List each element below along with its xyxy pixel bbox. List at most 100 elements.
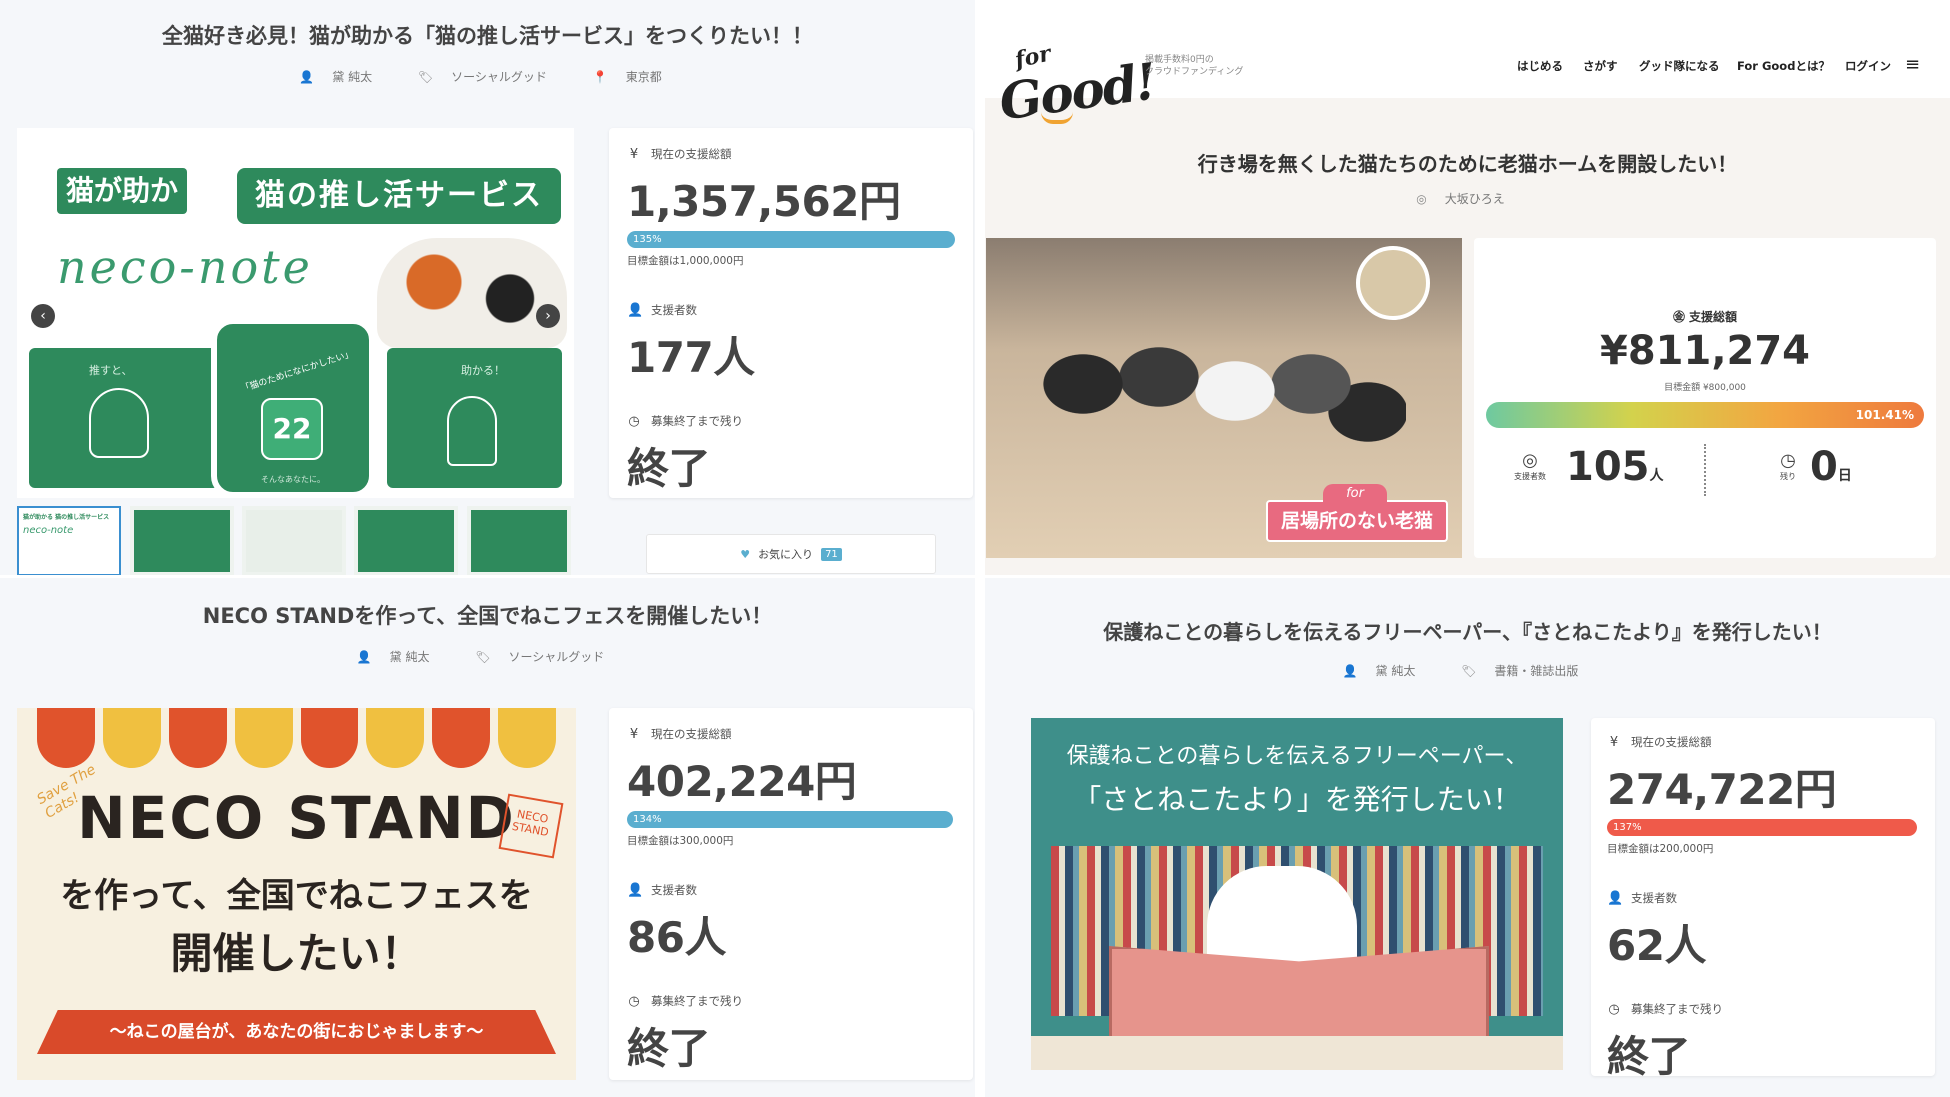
project-meta: 👤 黛 純太 🏷 ソーシャルグッド (0, 648, 975, 665)
nav-login[interactable]: ログイン (1845, 58, 1891, 74)
neco-note-logo: neco-note (57, 240, 313, 294)
user-icon: 👤 (1342, 664, 1358, 678)
project-image: Save The Cats! NECO STAND NECO STAND を作っ… (17, 708, 576, 1080)
avatar (1356, 246, 1430, 320)
progress-bar: 134% (627, 811, 953, 828)
project-satoneko: 保護ねことの暮らしを伝えるフリーペーパー、『さとねこたより』を発行したい！ 👤 黛… (985, 578, 1950, 1097)
backers-value: 86人 (627, 913, 726, 962)
thumbnail-4[interactable] (354, 506, 458, 575)
project-image: 保護ねことの暮らしを伝えるフリーペーパー、 「さとねこたより」を発行したい！ (1031, 718, 1563, 1070)
category[interactable]: 🏷 ソーシャルグッド (418, 70, 561, 84)
tag-icon: 🏷 (417, 70, 434, 84)
phone-mockup: 「猫のためになにかしたい」 22 そんなあなたに。 (211, 318, 375, 498)
divider (1704, 444, 1706, 496)
amount-label: ¥ 現在の支援総額 (1607, 734, 1919, 750)
author[interactable]: 👤 黛 純太 (357, 650, 444, 664)
backers-label: ◎ 支援者数 (1514, 450, 1546, 481)
hero-line-1: 保護ねことの暮らしを伝えるフリーペーパー、 (1066, 744, 1528, 769)
backers-value: 62人 (1607, 921, 1706, 970)
project-meta: 👤 黛 純太 🏷 書籍・雑誌出版 (985, 662, 1950, 679)
project-author[interactable]: ◎ 大坂ひろえ (985, 190, 1950, 207)
goal-amount: 目標金額は1,000,000円 (627, 255, 744, 267)
remaining-value: 終了 (627, 1024, 711, 1073)
hero-line-1: NECO STAND (77, 784, 516, 852)
location[interactable]: 📍 東京都 (593, 70, 676, 84)
amount-label: ¥ 現在の支援総額 (627, 146, 955, 162)
user-circle-icon: ◎ (1416, 192, 1427, 206)
remaining-value: 0日 (1810, 444, 1852, 490)
ribbon: 〜ねこの屋台が、あなたの街におじゃまします〜 (37, 1010, 556, 1054)
project-rou-neko-home: for Good! 掲載手数料0円の クラウドファンディング はじめる さがす グ… (985, 0, 1950, 575)
yen-icon: ¥ (629, 726, 639, 742)
nav-about[interactable]: For Goodとは？ (1737, 58, 1830, 74)
yen-circle-icon: ㊎ (1672, 310, 1685, 324)
progress-bar: 135% (627, 231, 955, 248)
project-title: 全猫好き必見！猫が助かる「猫の推し活サービス」をつくりたい！！ (162, 24, 813, 48)
hero-tag-right: 猫の推し活サービス (237, 168, 561, 224)
cats-eating (1026, 328, 1406, 468)
awning (37, 708, 556, 768)
user-circle-icon: ◎ (1522, 450, 1538, 471)
amount-value: 274,722円 (1607, 765, 1837, 814)
project-neco-note: 全猫好き必見！猫が助かる「猫の推し活サービス」をつくりたい！！ 👤 黛 純太 🏷 ソ… (0, 0, 975, 575)
user-icon: 👤 (299, 70, 315, 84)
thumbnail-1[interactable]: 猫が助かる 猫の推し活サービス neco-note (17, 506, 121, 575)
hero-tag-left: 猫が助かる (57, 168, 187, 253)
badge-text: 居場所のない老猫 (1266, 500, 1448, 542)
backers-value: 105人 (1566, 444, 1664, 490)
thumbnail-2[interactable] (130, 506, 234, 575)
backers-label: 👤 支援者数 (627, 882, 697, 898)
clock-icon: ◷ (628, 413, 640, 429)
author[interactable]: 👤 黛 純太 (299, 70, 386, 84)
goal-amount: 目標金額は200,000円 (1607, 843, 1714, 855)
heart-icon: ♥ (740, 547, 751, 561)
hero-line-3: 開催したい！ (170, 929, 423, 978)
pin-icon: 📍 (592, 70, 608, 84)
yen-icon: ¥ (629, 146, 639, 162)
table (1031, 1036, 1563, 1070)
panel-left: 推すと、 (29, 348, 219, 488)
clock-icon: ◷ (1780, 450, 1796, 471)
project-meta: 👤 黛 純太 🏷 ソーシャルグッド 📍 東京都 (0, 68, 975, 85)
funding-stats-card: ¥ 現在の支援総額 1,357,562円 135% 目標金額は1,000,000円… (609, 128, 973, 498)
project-title: 保護ねことの暮らしを伝えるフリーペーパー、『さとねこたより』を発行したい！ (1103, 620, 1832, 644)
remaining-label: ◷ 募集終了まで残り (1608, 1001, 1723, 1017)
project-title: NECO STANDを作って、全国でねこフェスを開催したい！ (202, 604, 773, 628)
nav-good-squad[interactable]: グッド隊になる (1639, 58, 1720, 74)
tagline: 掲載手数料0円の クラウドファンディング (1145, 55, 1244, 77)
remaining-label: ◷ 募集終了まで残り (628, 993, 743, 1009)
carousel-prev-button[interactable]: ‹ (31, 304, 55, 328)
image-carousel: 猫が助かる 猫の推し活サービス neco-note 推すと、 「猫のためになにか… (17, 128, 574, 498)
user-icon: 👤 (627, 302, 644, 318)
project-photo: 居場所のない老猫 for (986, 238, 1462, 558)
nav-search[interactable]: さがす (1583, 58, 1618, 74)
menu-icon[interactable]: ≡ (1905, 54, 1920, 75)
nav-start[interactable]: はじめる (1517, 58, 1563, 74)
thumbnail-5[interactable] (467, 506, 571, 575)
tag-icon: 🏷 (475, 650, 491, 664)
user-icon: 👤 (627, 882, 644, 898)
hero-line-2: を作って、全国でねこフェスを (60, 876, 533, 916)
category[interactable]: 🏷 ソーシャルグッド (475, 650, 618, 664)
tag-icon: 🏷 (1461, 664, 1477, 678)
carousel-next-button[interactable]: › (536, 304, 560, 328)
project-neco-stand: NECO STANDを作って、全国でねこフェスを開催したい！ 👤 黛 純太 🏷 ソー… (0, 578, 975, 1097)
project-title: 行き場を無くした猫たちのために老猫ホームを開設したい！ (1197, 152, 1738, 176)
category[interactable]: 🏷 書籍・雑誌出版 (1461, 664, 1592, 678)
amount-value: 402,224円 (627, 757, 857, 806)
goal-amount: 目標金額 ¥800,000 (1664, 383, 1746, 393)
cat-photo (377, 238, 567, 348)
remaining-label: ◷ 残り (1780, 450, 1796, 481)
badge-for: for (1323, 484, 1387, 504)
author[interactable]: 👤 黛 純太 (1343, 664, 1430, 678)
funding-stats-card: ㊎支援総額 ¥811,274 目標金額 ¥800,000 101.41% ◎ 支援… (1474, 238, 1936, 558)
funding-stats-card: ¥ 現在の支援総額 402,224円 134% 目標金額は300,000円 👤 支援… (609, 708, 973, 1080)
thumbnail-3[interactable] (242, 506, 346, 575)
favorite-button[interactable]: ♥ お気に入り 71 (646, 534, 936, 574)
hero-line-2: 「さとねこたより」を発行したい！ (1073, 783, 1521, 816)
favorite-count: 71 (821, 547, 842, 561)
goal-amount: 目標金額は300,000円 (627, 835, 734, 847)
panel-right: 助かる！ (387, 348, 562, 488)
stamp: NECO STAND (498, 793, 564, 859)
progress-bar: 101.41% (1486, 402, 1924, 428)
